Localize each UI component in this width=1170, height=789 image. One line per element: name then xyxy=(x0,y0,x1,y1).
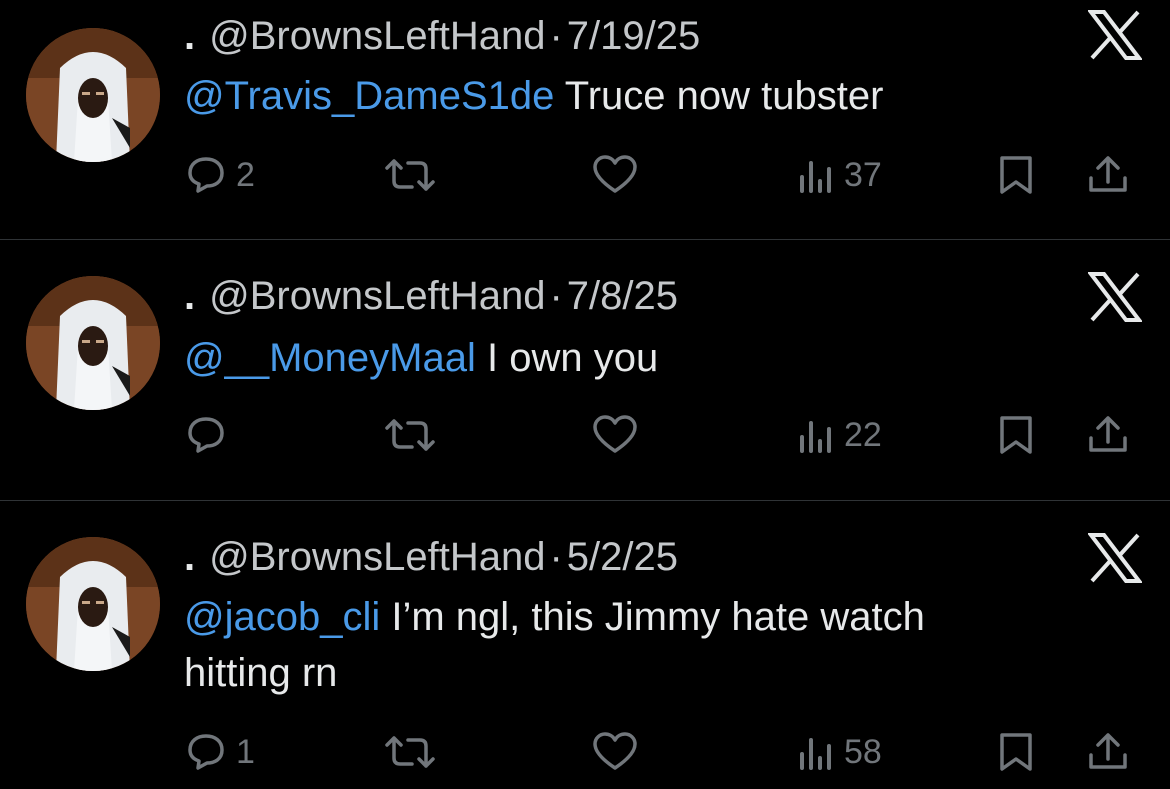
x-logo-icon xyxy=(1088,272,1142,322)
reply-count: 2 xyxy=(236,155,255,194)
separator: · xyxy=(549,535,563,579)
avatar[interactable] xyxy=(26,276,160,410)
view-count: 22 xyxy=(844,415,882,454)
user-handle[interactable]: @BrownsLeftHand xyxy=(209,274,545,318)
mention-link[interactable]: @Travis_DameS1de xyxy=(184,74,554,118)
reply-count: 1 xyxy=(236,732,255,771)
tweet-text: @__MoneyMaal I own you xyxy=(184,330,1084,386)
retweet-icon xyxy=(385,159,435,191)
views-button[interactable]: 58 xyxy=(796,729,882,775)
bookmark-button[interactable] xyxy=(996,729,1036,775)
separator: · xyxy=(549,274,563,318)
retweet-icon xyxy=(385,419,435,451)
share-button[interactable] xyxy=(1086,152,1130,198)
heart-icon xyxy=(593,415,637,453)
bookmark-icon xyxy=(1000,156,1032,194)
tweet-date[interactable]: 7/19/25 xyxy=(567,14,700,58)
like-button[interactable] xyxy=(592,729,646,775)
share-icon xyxy=(1089,156,1127,192)
tweet-body-line-2: hitting rn xyxy=(184,651,338,695)
views-icon xyxy=(800,161,831,193)
tweet-body: Truce now tubster xyxy=(554,74,884,118)
retweet-button[interactable] xyxy=(384,729,444,775)
share-icon xyxy=(1089,416,1127,452)
reply-button[interactable]: 1 xyxy=(184,729,255,775)
avatar[interactable] xyxy=(26,28,160,162)
user-handle[interactable]: @BrownsLeftHand xyxy=(209,14,545,58)
tweet-text: @Travis_DameS1de Truce now tubster xyxy=(184,68,1084,124)
separator: · xyxy=(549,14,563,58)
x-logo-icon xyxy=(1088,10,1142,60)
retweet-icon xyxy=(385,736,435,768)
tweet[interactable]: . @BrownsLeftHand · 5/2/25 @jacob_cli I’m n… xyxy=(0,501,1170,789)
share-icon xyxy=(1089,733,1127,769)
views-icon xyxy=(800,738,831,770)
view-count: 37 xyxy=(844,155,882,194)
views-icon xyxy=(800,421,831,453)
tweet-date[interactable]: 5/2/25 xyxy=(567,535,678,579)
heart-icon xyxy=(593,732,637,770)
tweet-header: . @BrownsLeftHand · 7/19/25 xyxy=(184,12,700,60)
bookmark-icon xyxy=(1000,733,1032,771)
tweet[interactable]: . @BrownsLeftHand · 7/8/25 @__MoneyMaal I o… xyxy=(0,240,1170,501)
bookmark-button[interactable] xyxy=(996,412,1036,458)
display-name[interactable]: . xyxy=(184,274,195,318)
tweet-actions: 1 58 xyxy=(184,729,1144,775)
tweet-text: @jacob_cli I’m ngl, this Jimmy hate watc… xyxy=(184,589,1084,701)
tweet-actions: 2 37 xyxy=(184,152,1144,198)
tweet-body: I own you xyxy=(475,336,659,380)
x-logo-icon xyxy=(1088,533,1142,583)
retweet-button[interactable] xyxy=(384,152,444,198)
display-name[interactable]: . xyxy=(184,535,195,579)
tweet-actions: 22 xyxy=(184,412,1144,458)
user-handle[interactable]: @BrownsLeftHand xyxy=(209,535,545,579)
avatar[interactable] xyxy=(26,537,160,671)
bookmark-icon xyxy=(1000,416,1032,454)
views-button[interactable]: 37 xyxy=(796,152,882,198)
tweet-header: . @BrownsLeftHand · 5/2/25 xyxy=(184,533,678,581)
heart-icon xyxy=(593,155,637,193)
share-button[interactable] xyxy=(1086,412,1130,458)
reply-icon xyxy=(188,734,224,770)
tweet[interactable]: . @BrownsLeftHand · 7/19/25 @Travis_DameS1d… xyxy=(0,0,1170,240)
tweet-header: . @BrownsLeftHand · 7/8/25 xyxy=(184,272,678,320)
mention-link[interactable]: @__MoneyMaal xyxy=(184,336,476,380)
view-count: 58 xyxy=(844,732,882,771)
tweet-body: I’m ngl, this Jimmy hate watch xyxy=(380,595,925,639)
reply-icon xyxy=(188,417,224,453)
tweet-date[interactable]: 7/8/25 xyxy=(567,274,678,318)
views-button[interactable]: 22 xyxy=(796,412,882,458)
like-button[interactable] xyxy=(592,152,646,198)
like-button[interactable] xyxy=(592,412,646,458)
mention-link[interactable]: @jacob_cli xyxy=(184,595,380,639)
reply-button[interactable] xyxy=(184,412,236,458)
display-name[interactable]: . xyxy=(184,14,195,58)
share-button[interactable] xyxy=(1086,729,1130,775)
reply-icon xyxy=(188,157,224,193)
bookmark-button[interactable] xyxy=(996,152,1036,198)
reply-button[interactable]: 2 xyxy=(184,152,255,198)
retweet-button[interactable] xyxy=(384,412,444,458)
